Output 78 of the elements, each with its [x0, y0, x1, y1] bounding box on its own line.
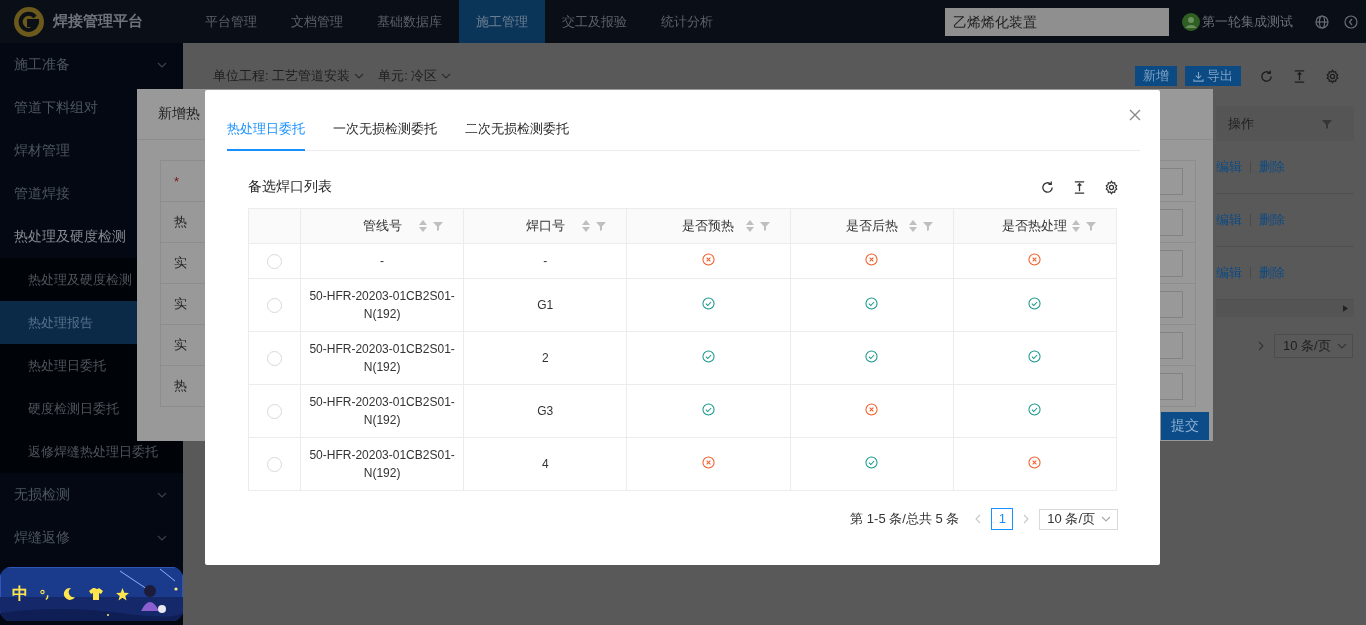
- caret-down-icon: [354, 73, 365, 79]
- table-cell: G3: [537, 404, 554, 418]
- dialog-title: 新增热: [158, 105, 200, 123]
- shirt-icon[interactable]: [88, 587, 104, 601]
- sort-icon[interactable]: [908, 220, 917, 232]
- sidebar-subitem[interactable]: 返修焊缝热处理日委托: [0, 430, 183, 473]
- table-cell: 2: [541, 351, 549, 365]
- previous-page-icon[interactable]: [975, 514, 982, 524]
- nav-tab[interactable]: 文档管理: [274, 0, 360, 43]
- chevron-down-icon: [157, 491, 167, 498]
- sort-icon[interactable]: [582, 220, 591, 232]
- next-page-icon[interactable]: [1258, 341, 1264, 351]
- tab[interactable]: 二次无损检测委托: [465, 120, 569, 151]
- sidebar-item[interactable]: 无损检测: [0, 473, 183, 516]
- settings-icon[interactable]: [1104, 179, 1119, 195]
- user-avatar-icon[interactable]: [1182, 12, 1200, 31]
- caret-down-icon: [1101, 516, 1111, 522]
- scroll-right-icon[interactable]: [1343, 305, 1348, 312]
- star-icon[interactable]: [116, 587, 129, 601]
- table-cell: 4: [541, 457, 549, 471]
- column-header[interactable]: 是否后热: [845, 217, 898, 235]
- column-header[interactable]: 焊口号: [525, 217, 565, 235]
- sort-icon[interactable]: [745, 220, 754, 232]
- filter-icon[interactable]: [922, 221, 933, 231]
- globe-icon[interactable]: [1315, 14, 1329, 29]
- table-cell: -: [543, 254, 548, 268]
- table-cell: G1: [537, 298, 554, 312]
- back-icon[interactable]: [1344, 14, 1358, 29]
- page-size-select[interactable]: 10 条/页: [1039, 508, 1118, 530]
- nav-tab[interactable]: 施工管理: [459, 0, 545, 43]
- filter-icon[interactable]: [759, 221, 770, 231]
- table-cell: 50-HFR-20203-01CB2S01-N(192): [309, 448, 455, 480]
- table-title: 备选焊口列表: [248, 178, 332, 196]
- logo-icon: [13, 5, 45, 38]
- pagination-summary: 第 1-5 条/总共 5 条: [850, 510, 960, 528]
- sidebar-item[interactable]: 焊缝返修: [0, 516, 183, 559]
- app-title: 焊接管理平台: [53, 12, 143, 31]
- table-cell: -: [380, 254, 385, 268]
- caret-down-icon: [1336, 343, 1347, 349]
- table-cell: 50-HFR-20203-01CB2S01-N(192): [309, 395, 455, 427]
- close-icon[interactable]: [1129, 109, 1141, 121]
- chevron-down-icon: [157, 61, 167, 68]
- caret-down-icon: [441, 73, 452, 79]
- sidebar-item[interactable]: 施工准备: [0, 43, 183, 86]
- sort-icon[interactable]: [419, 220, 428, 232]
- filter-icon[interactable]: [1086, 221, 1096, 231]
- export-button[interactable]: 导出: [1185, 66, 1241, 86]
- form-label: 实: [173, 254, 187, 272]
- sort-icon[interactable]: [1072, 220, 1080, 232]
- table-cell: 50-HFR-20203-01CB2S01-N(192): [309, 342, 455, 374]
- nav-tab[interactable]: 平台管理: [188, 0, 274, 43]
- chevron-down-icon: [157, 534, 167, 541]
- page-button[interactable]: 1: [991, 508, 1014, 530]
- form-label: *: [173, 173, 181, 189]
- horizontal-scrollbar[interactable]: [1216, 300, 1354, 317]
- nav-tab[interactable]: 基础数据库: [360, 0, 459, 43]
- download-icon: [1193, 70, 1204, 82]
- add-button[interactable]: 新增: [1135, 66, 1177, 86]
- table-cell: 50-HFR-20203-01CB2S01-N(192): [309, 289, 455, 321]
- nav-tab[interactable]: 交工及报验: [545, 0, 644, 43]
- project-field[interactable]: 乙烯烯化装置: [945, 7, 1169, 36]
- punctuation-icon[interactable]: [40, 587, 50, 601]
- reload-icon[interactable]: [1040, 179, 1055, 195]
- page-size-select[interactable]: 10 条/页: [1274, 334, 1353, 358]
- moon-icon[interactable]: [62, 587, 76, 601]
- tab[interactable]: 一次无损检测委托: [333, 120, 437, 151]
- language-toggle[interactable]: 中: [12, 583, 28, 605]
- form-label: 热: [173, 377, 187, 395]
- column-height-icon[interactable]: [1072, 179, 1087, 195]
- column-header[interactable]: 管线号: [362, 217, 402, 235]
- nav-tab[interactable]: 统计分析: [644, 0, 730, 43]
- column-header[interactable]: 是否预热: [682, 217, 735, 235]
- form-label: 热: [173, 213, 187, 231]
- tab[interactable]: 热处理日委托: [227, 120, 305, 151]
- submit-button[interactable]: 提交: [1161, 412, 1209, 440]
- filter-icon[interactable]: [596, 221, 607, 231]
- filter-icon[interactable]: [1322, 118, 1332, 129]
- filter-icon[interactable]: [433, 221, 444, 231]
